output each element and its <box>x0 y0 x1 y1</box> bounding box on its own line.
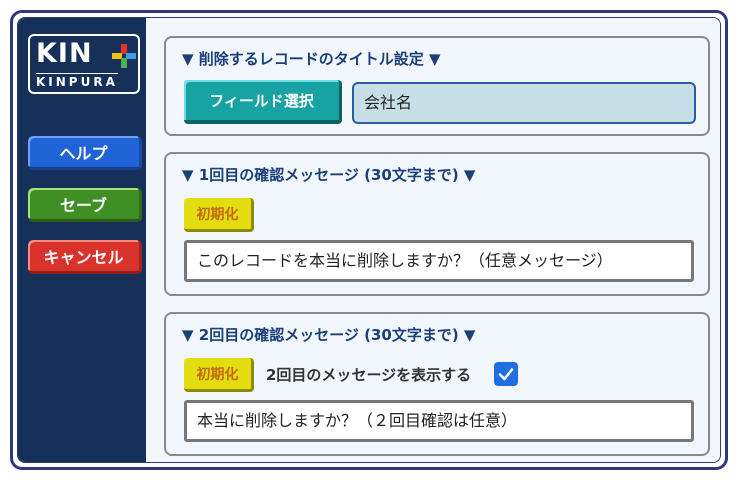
first-confirm-heading: ▼ 1回目の確認メッセージ (30文字まで) ▼ <box>182 166 476 184</box>
logo-text: KIN <box>36 38 93 69</box>
main-content: ▼ 削除するレコードのタイトル設定 ▼ フィールド選択 会社名 ▼ 1回目の確認… <box>146 18 720 462</box>
field-select-button[interactable]: フィールド選択 <box>184 80 342 124</box>
second-message-input[interactable]: 本当に削除しますか？（２回目確認は任意） <box>184 400 694 442</box>
app-frame: KIN KINPURA ヘルプ セーブ キャンセル ▼ 削除するレコードのタイト… <box>10 10 728 470</box>
app-window: KIN KINPURA ヘルプ セーブ キャンセル ▼ 削除するレコードのタイト… <box>17 17 721 463</box>
show-second-message-checkbox[interactable] <box>494 362 518 386</box>
first-reset-button[interactable]: 初期化 <box>184 198 254 232</box>
cancel-button[interactable]: キャンセル <box>28 240 142 274</box>
second-reset-button[interactable]: 初期化 <box>184 358 254 392</box>
show-second-message-label: 2回目のメッセージを表示する <box>266 366 472 384</box>
selected-field-input[interactable]: 会社名 <box>352 82 696 124</box>
second-confirm-heading: ▼ 2回目の確認メッセージ (30文字まで) ▼ <box>182 326 476 344</box>
save-button[interactable]: セーブ <box>28 188 142 222</box>
second-confirm-panel: ▼ 2回目の確認メッセージ (30文字まで) ▼ 初期化 2回目のメッセージを表… <box>164 312 710 456</box>
checkmark-icon <box>498 368 514 381</box>
first-message-input[interactable]: このレコードを本当に削除しますか？（任意メッセージ） <box>184 240 694 282</box>
help-button[interactable]: ヘルプ <box>28 136 142 170</box>
sidebar: KIN KINPURA ヘルプ セーブ キャンセル <box>18 18 146 462</box>
plus-plug-icon <box>112 44 136 68</box>
first-confirm-panel: ▼ 1回目の確認メッセージ (30文字まで) ▼ 初期化 このレコードを本当に削… <box>164 152 710 296</box>
kinpura-logo: KIN KINPURA <box>28 34 140 94</box>
record-title-panel: ▼ 削除するレコードのタイトル設定 ▼ フィールド選択 会社名 <box>164 36 710 136</box>
record-title-heading: ▼ 削除するレコードのタイトル設定 ▼ <box>182 50 441 68</box>
logo-subtext: KINPURA <box>36 73 118 89</box>
